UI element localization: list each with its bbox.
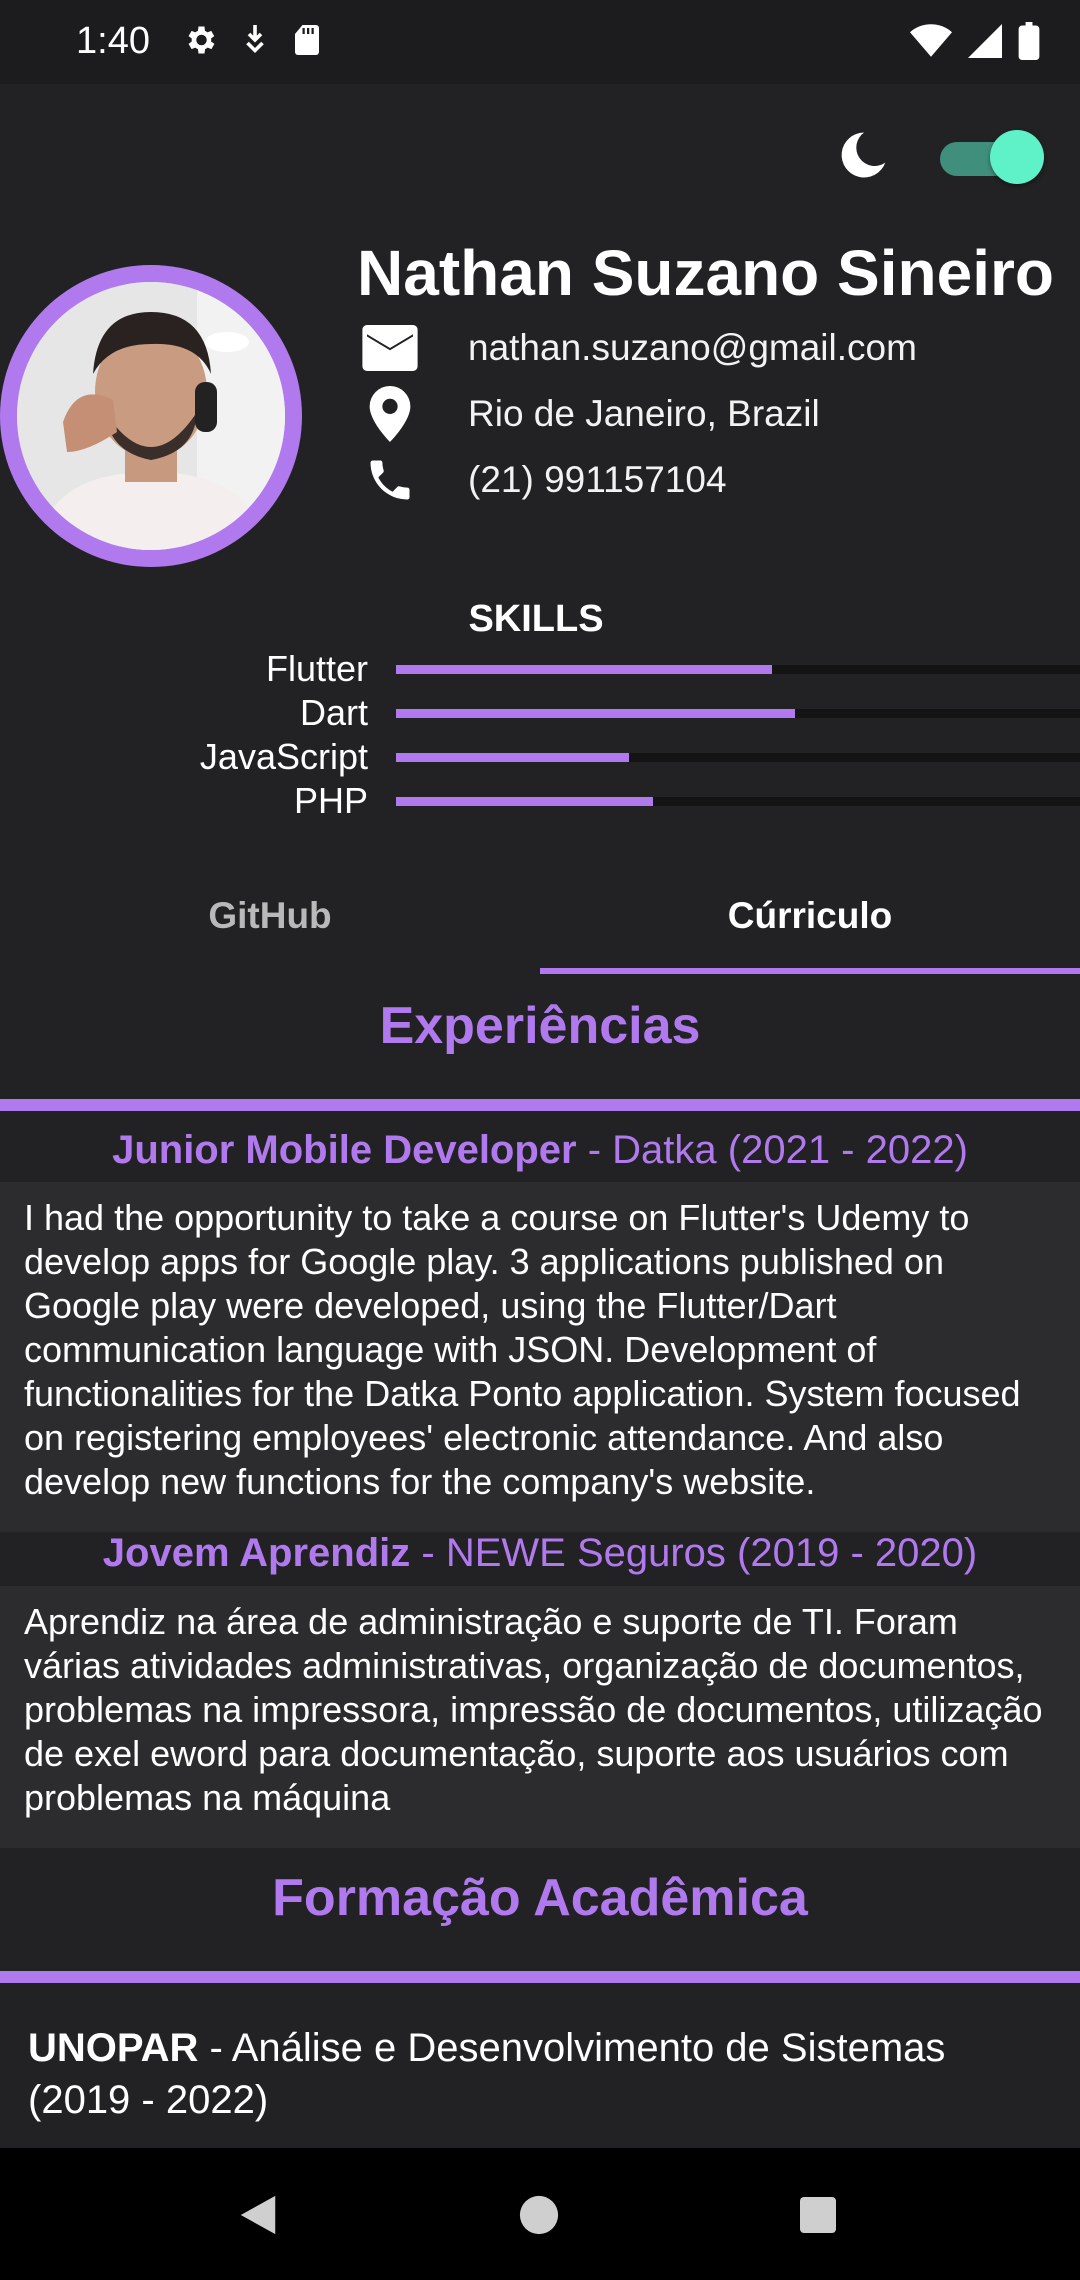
contact-email: nathan.suzano@gmail.com bbox=[468, 327, 917, 368]
section-divider bbox=[0, 1971, 1080, 1983]
tab-curriculo[interactable]: Cúrriculo bbox=[540, 864, 1080, 968]
contact-phone: (21) 991157104 bbox=[468, 459, 727, 500]
theme-toggle-row bbox=[836, 128, 1044, 187]
job-title: Jovem Aprendiz - NEWE Seguros (2019 - 20… bbox=[0, 1531, 1080, 1576]
gear-icon bbox=[182, 22, 218, 63]
job-description: Aprendiz na área de administração e supo… bbox=[0, 1586, 1080, 1848]
tab-indicator bbox=[540, 968, 1080, 974]
download-icon bbox=[240, 22, 270, 63]
status-time: 1:40 bbox=[76, 20, 150, 62]
skill-row: Flutter bbox=[0, 649, 1080, 689]
phone-icon bbox=[360, 452, 420, 508]
contact-location: Rio de Janeiro, Brazil bbox=[468, 393, 820, 434]
job-title: Junior Mobile Developer - Datka (2021 - … bbox=[0, 1128, 1080, 1173]
status-icons-right bbox=[910, 22, 1040, 65]
dark-mode-switch[interactable] bbox=[940, 129, 1044, 184]
skill-fill bbox=[396, 797, 654, 806]
skill-row: PHP bbox=[0, 781, 1080, 821]
skill-row: JavaScript bbox=[0, 737, 1080, 777]
skill-fill bbox=[396, 665, 773, 674]
skill-row: Dart bbox=[0, 693, 1080, 733]
navigation-bar bbox=[0, 2148, 1080, 2280]
recents-icon[interactable] bbox=[798, 2195, 838, 2240]
skill-track bbox=[396, 665, 1080, 674]
skill-fill bbox=[396, 709, 796, 718]
tab-github[interactable]: GitHub bbox=[0, 864, 540, 968]
contact-email-row[interactable]: nathan.suzano@gmail.com bbox=[360, 320, 917, 376]
job-role: Junior Mobile Developer bbox=[112, 1128, 577, 1172]
skill-label: Dart bbox=[299, 692, 368, 733]
status-icons-left bbox=[182, 22, 322, 63]
sd-card-icon bbox=[292, 22, 322, 63]
contact-location-row[interactable]: Rio de Janeiro, Brazil bbox=[360, 386, 820, 442]
tab-bar: GitHub Cúrriculo bbox=[0, 864, 1080, 976]
back-icon[interactable] bbox=[236, 2192, 280, 2243]
skills-title: SKILLS bbox=[468, 598, 604, 640]
home-icon[interactable] bbox=[518, 2194, 560, 2241]
job-company: - Datka (2021 - 2022) bbox=[576, 1128, 968, 1172]
skill-label: JavaScript bbox=[199, 736, 368, 777]
section-divider bbox=[0, 1099, 1080, 1111]
skill-fill bbox=[396, 753, 629, 762]
skill-track bbox=[396, 753, 1080, 762]
battery-icon bbox=[1018, 22, 1040, 65]
job-description: I had the opportunity to take a course o… bbox=[0, 1182, 1080, 1532]
profile-name: Nathan Suzano Sineiro bbox=[357, 237, 1054, 309]
education-item: UNOPAR - Análise e Desenvolvimento de Si… bbox=[28, 2022, 1058, 2126]
skill-label: Flutter bbox=[265, 648, 368, 689]
skill-label: PHP bbox=[293, 780, 368, 821]
wifi-icon bbox=[910, 23, 952, 64]
location-pin-icon bbox=[360, 386, 420, 442]
job-company: - NEWE Seguros (2019 - 2020) bbox=[410, 1531, 978, 1575]
job-role: Jovem Aprendiz bbox=[102, 1531, 411, 1575]
signal-icon bbox=[968, 23, 1002, 64]
education-school: UNOPAR bbox=[28, 2026, 199, 2070]
status-bar: 1:40 bbox=[0, 0, 1080, 84]
contact-phone-row[interactable]: (21) 991157104 bbox=[360, 452, 727, 508]
avatar-ring bbox=[0, 265, 302, 567]
skill-track bbox=[396, 709, 1080, 718]
switch-thumb bbox=[990, 129, 1044, 184]
mail-icon bbox=[360, 320, 420, 376]
moon-icon bbox=[836, 128, 890, 187]
experiences-title: Experiências bbox=[379, 997, 701, 1055]
avatar bbox=[17, 282, 285, 550]
skill-track bbox=[396, 797, 1080, 806]
education-title: Formação Acadêmica bbox=[272, 1869, 808, 1927]
